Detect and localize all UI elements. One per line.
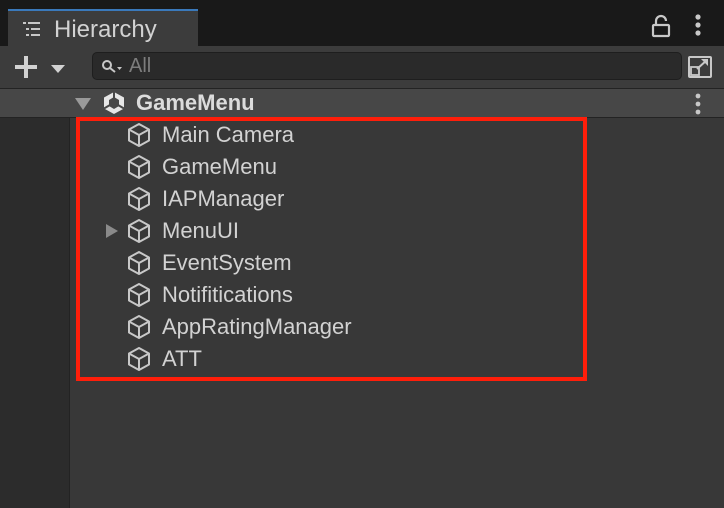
tree-item-main-camera[interactable]: Main Camera [70, 119, 724, 151]
tree-item-eventsystem[interactable]: EventSystem [70, 247, 724, 279]
gameobject-cube-icon [126, 346, 152, 372]
chevron-down-icon [50, 61, 66, 79]
plus-icon [12, 53, 40, 86]
tree-item-iapmanager[interactable]: IAPManager [70, 183, 724, 215]
kebab-menu-icon[interactable] [688, 12, 708, 38]
expand-arrow-down-icon[interactable] [74, 97, 92, 111]
tab-bar: Hierarchy [0, 0, 724, 46]
tree-item-att[interactable]: ATT [70, 343, 724, 375]
lock-icon[interactable] [650, 14, 672, 38]
tree-item-menuui[interactable]: MenuUI [70, 215, 724, 247]
tree-item-appratingmanager[interactable]: AppRatingManager [70, 311, 724, 343]
scene-header[interactable]: GameMenu [0, 88, 724, 118]
hierarchy-tree: Main Camera GameMenu IAPManager MenuUI E… [70, 118, 724, 508]
hierarchy-gutter [0, 118, 70, 508]
scene-name: GameMenu [136, 90, 255, 115]
gameobject-cube-icon [126, 154, 152, 180]
gameobject-cube-icon [126, 282, 152, 308]
tree-item-label: ATT [162, 346, 202, 371]
scene-picker-icon [687, 55, 713, 84]
gameobject-cube-icon [126, 122, 152, 148]
tree-item-label: MenuUI [162, 218, 240, 243]
gameobject-cube-icon [126, 186, 152, 212]
gameobject-cube-icon [126, 314, 152, 340]
tree-item-gamemenu[interactable]: GameMenu [70, 151, 724, 183]
tree-item-label: GameMenu [162, 154, 277, 179]
scene-picker-button[interactable] [684, 52, 716, 82]
hierarchy-window: Hierarchy All GameMenu Main Camera GameM… [0, 0, 724, 508]
gameobject-cube-icon [126, 218, 152, 244]
hierarchy-list-icon [22, 20, 42, 38]
tree-item-label: Main Camera [162, 122, 295, 147]
tab-title: Hierarchy [54, 16, 157, 43]
tree-item-label: EventSystem [162, 250, 292, 275]
toolbar [0, 46, 724, 88]
tree-item-label: IAPManager [162, 186, 285, 211]
search-input[interactable] [129, 53, 669, 79]
tree-item-label: AppRatingManager [162, 314, 352, 339]
tab-hierarchy[interactable]: Hierarchy [8, 9, 198, 46]
tree-item-label: Notifitications [162, 282, 293, 307]
expand-arrow-right-icon[interactable] [104, 223, 120, 239]
tree-item-notifitications[interactable]: Notifitications [70, 279, 724, 311]
gameobject-cube-icon [126, 250, 152, 276]
create-dropdown-button[interactable] [12, 51, 74, 83]
unity-scene-icon [102, 91, 126, 115]
scene-kebab-menu-icon[interactable] [690, 92, 706, 116]
search-icon [101, 59, 123, 75]
search-field[interactable] [92, 52, 682, 80]
